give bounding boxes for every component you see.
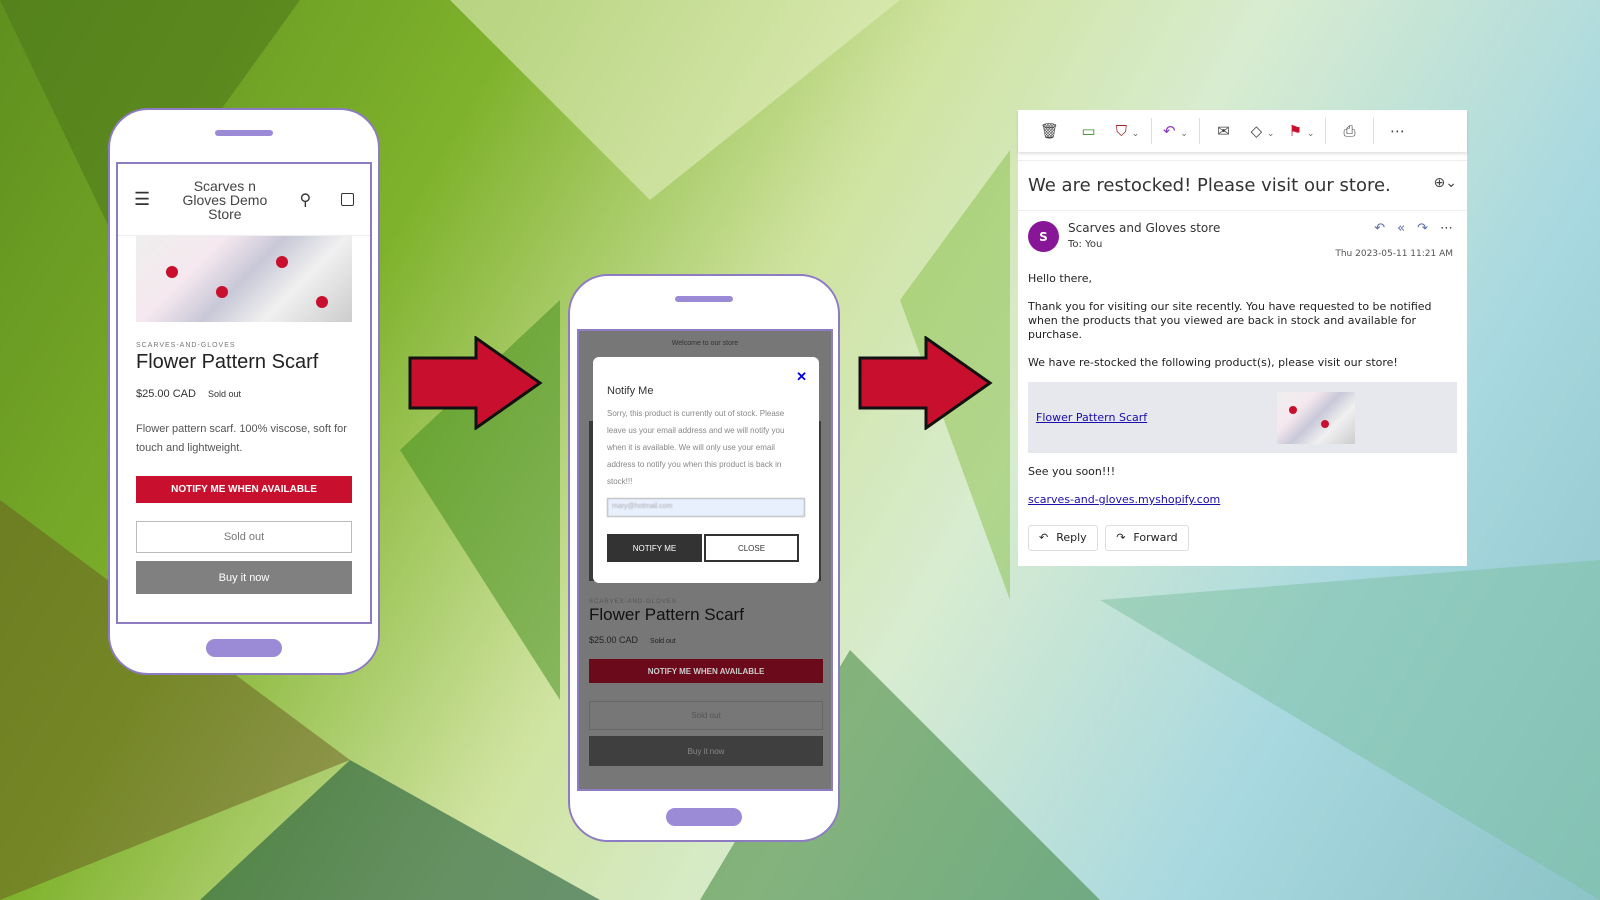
sold-out-button: Sold out (136, 521, 352, 553)
modal-text: Sorry, this product is currently out of … (607, 409, 785, 486)
product-image (136, 236, 352, 322)
avatar: S (1028, 221, 1059, 252)
forward-icon: ↷ (1116, 531, 1126, 544)
arrow-right-icon (408, 336, 543, 430)
toolbar: 🗑 ▭ ⛉ ⌄ ↶ ⌄ ✉ ◇ ⌄ ⚑ ⌄ ⎙ ⋯ (1018, 110, 1467, 152)
phone-mockup-notify: Welcome to our store ✕ Notify Me Sorry, … (568, 274, 840, 842)
buy-it-now-button[interactable]: Buy it now (136, 561, 352, 594)
menu-icon[interactable]: ☰ (134, 189, 150, 210)
print-icon[interactable]: ⎙ (1330, 122, 1369, 140)
store-name[interactable]: Scarves n Gloves Demo Store (180, 179, 270, 221)
paragraph: Thank you for visiting our site recently… (1028, 300, 1432, 341)
close-icon[interactable]: ✕ (796, 369, 807, 385)
tag-icon[interactable]: ◇ ⌄ (1243, 122, 1282, 140)
email-subject: We are restocked! Please visit our store… (1028, 175, 1391, 196)
trash-icon[interactable]: 🗑 (1030, 122, 1069, 140)
reply-label: Reply (1056, 531, 1087, 544)
buy-it-now-button[interactable]: Buy it now (589, 736, 823, 766)
report-icon[interactable]: ⛉ ⌄ (1108, 122, 1147, 140)
email-date: Thu 2023-05-11 11:21 AM (1335, 249, 1453, 259)
sender-name[interactable]: Scarves and Gloves store (1068, 221, 1220, 235)
paragraph: We have re-stocked the following product… (1028, 356, 1398, 369)
price: $25.00 CAD (589, 635, 639, 645)
sold-out-badge: Sold out (207, 389, 241, 399)
more-icon[interactable]: ⋯ (1378, 122, 1417, 140)
cart-icon[interactable] (340, 193, 354, 206)
close-button[interactable]: CLOSE (704, 534, 799, 562)
product-card: Flower Pattern Scarf (1028, 382, 1457, 453)
description: Flower pattern scarf. 100% viscose, soft… (136, 423, 347, 454)
product-link[interactable]: Flower Pattern Scarf (1036, 411, 1147, 425)
sold-out-badge: Sold out (650, 638, 676, 645)
notify-modal: ✕ Notify Me Sorry, this product is curre… (593, 357, 819, 583)
search-icon[interactable]: ⚲ (300, 190, 312, 210)
vendor: SCARVES-AND-GLOVES (136, 342, 236, 349)
reply-icon: ↶ (1039, 531, 1049, 544)
email-reader: 🗑 ▭ ⛉ ⌄ ↶ ⌄ ✉ ◇ ⌄ ⚑ ⌄ ⎙ ⋯ We are restock… (1018, 110, 1467, 566)
product-page-overlay: Welcome to our store ✕ Notify Me Sorry, … (577, 329, 833, 791)
archive-icon[interactable]: ▭ (1069, 122, 1108, 140)
product-thumbnail (1277, 391, 1355, 444)
product-title: Flower Pattern Scarf (589, 605, 744, 624)
more-icon[interactable]: ⋯ (1440, 221, 1453, 236)
announcement-bar: Welcome to our store (671, 340, 739, 347)
phone-mockup-product: ☰ Scarves n Gloves Demo Store ⚲ SCARVES-… (108, 108, 380, 675)
email-input[interactable]: mary@hotmail.com (607, 498, 805, 517)
greeting: Hello there, (1028, 272, 1092, 285)
signoff: See you soon!!! (1028, 465, 1116, 478)
notify-me-when-available-button[interactable]: NOTIFY ME WHEN AVAILABLE (589, 659, 823, 683)
product-page: ☰ Scarves n Gloves Demo Store ⚲ SCARVES-… (116, 162, 372, 624)
zoom-icon[interactable]: ⊕⌄ (1434, 175, 1457, 196)
notify-me-when-available-button[interactable]: NOTIFY ME WHEN AVAILABLE (136, 476, 352, 503)
forward-label: Forward (1133, 531, 1178, 544)
forward-button[interactable]: ↷ Forward (1105, 525, 1189, 551)
arrow-right-icon (858, 336, 993, 430)
store-link[interactable]: scarves-and-gloves.myshopify.com (1028, 493, 1220, 506)
recipient: To: You (1068, 239, 1103, 250)
modal-title: Notify Me (607, 385, 654, 397)
product-title: Flower Pattern Scarf (136, 351, 319, 373)
notify-me-button[interactable]: NOTIFY ME (607, 534, 702, 562)
forward-icon[interactable]: ↷ (1417, 221, 1440, 236)
read-icon[interactable]: ✉ (1204, 122, 1243, 140)
reply-all-icon[interactable]: « (1397, 221, 1417, 236)
reply-button[interactable]: ↶ Reply (1028, 525, 1098, 551)
reply-icon[interactable]: ↶ (1374, 221, 1397, 236)
price: $25.00 CAD (136, 388, 196, 400)
reply-icon[interactable]: ↶ ⌄ (1156, 122, 1195, 140)
sold-out-button: Sold out (589, 701, 823, 730)
flag-icon[interactable]: ⚑ ⌄ (1282, 122, 1321, 140)
